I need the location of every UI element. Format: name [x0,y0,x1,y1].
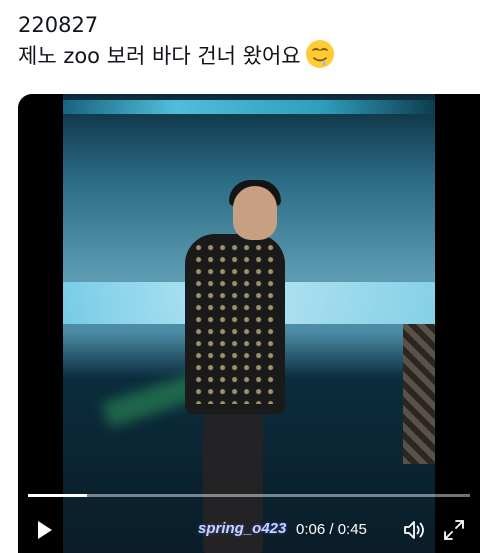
volume-icon [404,521,424,539]
time-display: 0:06 / 0:45 [296,521,367,538]
performer-jacket [185,234,285,414]
background-dancer [403,324,435,464]
fullscreen-icon [444,520,464,540]
video-controls: spring_o423 0:06 / 0:45 [18,512,480,548]
tweet-message-line: 제노 zoo 보러 바다 건너 왔어요 [18,39,468,70]
tweet-message-text: 제노 zoo 보러 바다 건너 왔어요 [18,44,301,68]
fullscreen-button[interactable] [442,518,466,542]
play-button[interactable] [32,518,56,542]
progress-fill [28,494,87,497]
video-player[interactable]: spring_o423 0:06 / 0:45 [18,94,480,553]
volume-button[interactable] [402,518,426,542]
performer-head [233,186,277,240]
progress-bar[interactable] [28,494,470,497]
stage-light [63,100,435,114]
video-watermark: spring_o423 [198,520,287,537]
tweet-date-line: 220827 [18,13,99,37]
play-icon [38,521,52,539]
tweet-text: 220827 제노 zoo 보러 바다 건너 왔어요 [18,12,468,70]
video-frame[interactable] [63,94,435,553]
drooling-face-icon [305,40,334,68]
